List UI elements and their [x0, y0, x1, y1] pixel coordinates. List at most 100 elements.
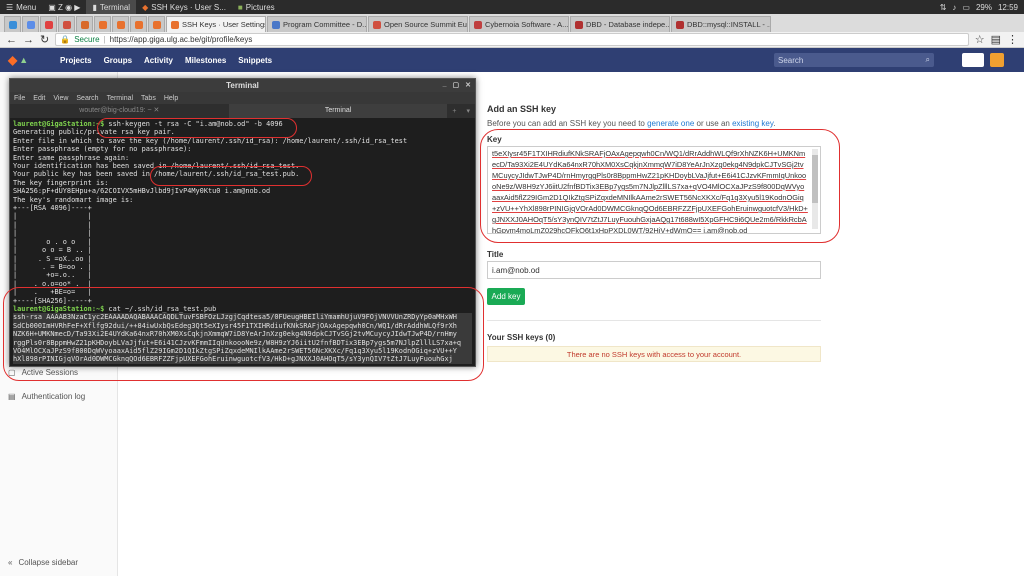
- terminal-line-text: | +o=.o.. |: [13, 271, 92, 280]
- intro-text: Before you can add an SSH key you need t…: [487, 119, 776, 128]
- os-task-browser[interactable]: ◆ SSH Keys · User S...: [136, 0, 232, 14]
- tab-dbd-mysql[interactable]: DBD::mysql::INSTALL - ...: [671, 16, 771, 32]
- terminal-line-text: +---[RSA 4096]----+: [13, 204, 92, 213]
- terminal-line: SHA256:pF+dUY8EHpu+a/62COIVX5mHBvJlbd9jI…: [13, 187, 472, 195]
- terminal-titlebar[interactable]: Terminal _ ▢ ✕: [10, 79, 475, 92]
- nav-projects[interactable]: Projects: [60, 56, 92, 65]
- terminal-line: | |: [13, 221, 472, 229]
- terminal-line: Enter file in which to save the key (/ho…: [13, 137, 472, 145]
- clock[interactable]: 12:59: [998, 3, 1018, 12]
- nav-activity[interactable]: Activity: [144, 56, 173, 65]
- collapse-sidebar-button[interactable]: « Collapse sidebar: [8, 558, 78, 567]
- menu-edit[interactable]: Edit: [33, 95, 45, 102]
- new-tab-icon[interactable]: +: [447, 108, 461, 115]
- tab-program-committee[interactable]: Program Committee - D...: [267, 16, 367, 32]
- os-launcher-icons[interactable]: ▣ Z ◉ ▶: [42, 0, 86, 14]
- annotation-public-key-path: [150, 166, 312, 186]
- nav-groups[interactable]: Groups: [104, 56, 132, 65]
- menu-help[interactable]: Help: [164, 95, 178, 102]
- battery-icon[interactable]: ▭: [962, 3, 970, 12]
- annotation-ssh-keygen-command: [97, 118, 297, 138]
- terminal-line: | . S =oX..oo |: [13, 255, 472, 263]
- terminal-line: | |: [13, 212, 472, 220]
- menu-search[interactable]: Search: [76, 95, 98, 102]
- pinned-tab[interactable]: [58, 16, 75, 32]
- menu-view[interactable]: View: [53, 95, 68, 102]
- terminal-line-text: Enter file in which to save the key (/ho…: [13, 136, 408, 145]
- existing-key-link[interactable]: existing key: [732, 119, 773, 128]
- terminal-line-text: Enter same passphrase again:: [13, 153, 130, 162]
- menu-file[interactable]: File: [14, 95, 25, 102]
- terminal-line-text: | |: [13, 220, 92, 229]
- os-menu-button[interactable]: ☰ Menu: [0, 0, 42, 14]
- terminal-tab-remote[interactable]: wouter@big-cloud19: ~ ✕: [10, 104, 229, 118]
- browser-toolbar: ← → ↻ 🔒 Secure | https://app.giga.ulg.ac…: [0, 32, 1024, 48]
- gitlab-logo[interactable]: ◆ ▲: [8, 52, 48, 68]
- folder-icon: ■: [237, 2, 243, 12]
- terminal-line: Enter same passphrase again:: [13, 154, 472, 162]
- terminal-line-text: | . = B=oo . |: [13, 262, 92, 271]
- menu-terminal[interactable]: Terminal: [107, 95, 133, 102]
- tab-cybernoia[interactable]: Cybernoia Software - A...: [469, 16, 569, 32]
- maximize-icon[interactable]: ▢: [453, 81, 460, 89]
- extension-icon[interactable]: ▤: [991, 33, 1001, 46]
- tab-menu-icon[interactable]: ▾: [462, 107, 476, 115]
- pinned-tab[interactable]: [4, 16, 21, 32]
- title-input[interactable]: i.am@nob.od: [487, 261, 821, 279]
- app-icons: ▣ Z ◉ ▶: [48, 2, 81, 12]
- user-avatar-dropdown[interactable]: [962, 53, 984, 67]
- browser-menu-icon[interactable]: ⋮: [1007, 33, 1018, 46]
- pinned-tab-icon: [26, 20, 35, 29]
- os-task-pictures[interactable]: ■ Pictures: [232, 0, 281, 14]
- tab-open-source-summit[interactable]: Open Source Summit Eu...: [368, 16, 468, 32]
- tab-ssh-keys[interactable]: SSH Keys · User Settings: [166, 16, 266, 32]
- close-icon[interactable]: ✕: [465, 81, 471, 89]
- gitlab-help-icon[interactable]: [990, 53, 1004, 67]
- terminal-menubar: File Edit View Search Terminal Tabs Help: [10, 92, 475, 104]
- pinned-tab[interactable]: [40, 16, 57, 32]
- generate-one-link[interactable]: generate one: [647, 119, 694, 128]
- os-tray: ⇅ ♪ ▭ 29% 12:59: [940, 3, 1024, 12]
- terminal-icon: ▮: [92, 2, 97, 12]
- terminal-line-text: | o o = B .. |: [13, 246, 92, 255]
- pinned-tab[interactable]: [76, 16, 93, 32]
- network-icon[interactable]: ⇅: [940, 3, 947, 12]
- os-task-terminal[interactable]: ▮ Terminal: [86, 0, 137, 14]
- divider: [487, 320, 821, 321]
- os-top-panel: ☰ Menu ▣ Z ◉ ▶ ▮ Terminal ◆ SSH Keys · User…: [0, 0, 1024, 14]
- pinned-tab[interactable]: [22, 16, 39, 32]
- collapse-icon: «: [8, 558, 13, 567]
- pinned-tab[interactable]: [94, 16, 111, 32]
- terminal-line-text: SHA256:pF+dUY8EHpu+a/62COIVX5mHBvJlbd9jI…: [13, 187, 271, 196]
- title-label: Title: [487, 250, 504, 259]
- tab-close-icon[interactable]: ✕: [154, 107, 160, 114]
- forward-icon[interactable]: →: [23, 34, 34, 46]
- back-icon[interactable]: ←: [6, 34, 17, 46]
- terminal-tab-local[interactable]: Terminal: [228, 104, 448, 118]
- nav-milestones[interactable]: Milestones: [185, 56, 226, 65]
- sidebar-item-authentication-log[interactable]: ▤ Authentication log: [8, 392, 85, 401]
- bookmark-star-icon[interactable]: ☆: [975, 33, 985, 46]
- pinned-tab-icon: [98, 20, 107, 29]
- favicon: [272, 20, 280, 29]
- pinned-tab[interactable]: [148, 16, 165, 32]
- add-ssh-key-heading: Add an SSH key: [487, 104, 557, 114]
- pinned-tab-icon: [80, 20, 89, 29]
- pinned-tab-icon: [8, 20, 17, 29]
- url-bar[interactable]: 🔒 Secure | https://app.giga.ulg.ac.be/gi…: [55, 33, 969, 46]
- pinned-tab[interactable]: [112, 16, 129, 32]
- nav-snippets[interactable]: Snippets: [238, 56, 272, 65]
- favicon: [676, 20, 684, 29]
- favicon: [373, 20, 381, 29]
- add-key-button[interactable]: Add key: [487, 288, 525, 305]
- search-input[interactable]: Search ⌕: [774, 53, 934, 67]
- pinned-tab[interactable]: [130, 16, 147, 32]
- your-ssh-keys-heading: Your SSH keys (0): [487, 333, 556, 342]
- menu-tabs[interactable]: Tabs: [141, 95, 156, 102]
- volume-icon[interactable]: ♪: [952, 3, 956, 12]
- tab-dbd[interactable]: DBD - Database indepe...: [570, 16, 670, 32]
- terminal-line: | . = B=oo . |: [13, 263, 472, 271]
- reload-icon[interactable]: ↻: [40, 33, 49, 46]
- favicon: [474, 20, 482, 29]
- minimize-icon[interactable]: _: [443, 81, 447, 89]
